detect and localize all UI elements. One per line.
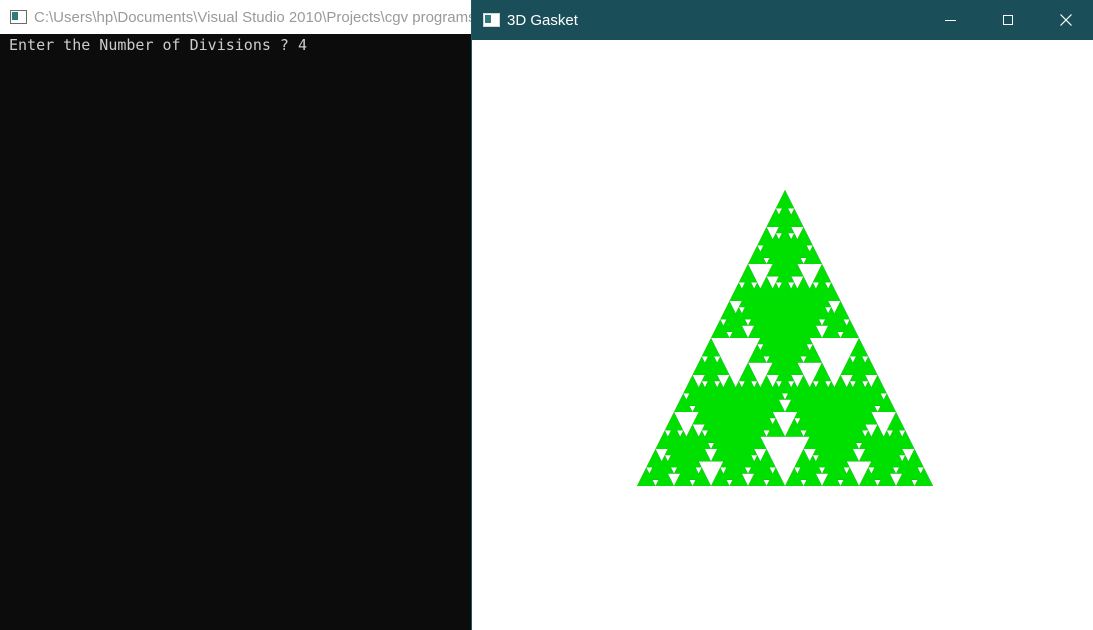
gasket-app-icon xyxy=(483,13,500,27)
minimize-button[interactable] xyxy=(921,0,979,40)
close-icon xyxy=(1060,14,1072,26)
gasket-title-bar[interactable]: 3D Gasket xyxy=(472,0,1093,40)
console-title-bar[interactable]: C:\Users\hp\Documents\Visual Studio 2010… xyxy=(0,0,472,34)
maximize-button[interactable] xyxy=(979,0,1037,40)
console-output-line: Enter the Number of Divisions ? 4 xyxy=(9,36,308,54)
close-button[interactable] xyxy=(1037,0,1093,40)
console-window-title: C:\Users\hp\Documents\Visual Studio 2010… xyxy=(34,8,472,26)
console-app-icon xyxy=(10,10,27,24)
gasket-drawing xyxy=(637,190,933,486)
minimize-icon xyxy=(944,19,956,21)
maximize-icon xyxy=(1003,15,1013,25)
console-output-area[interactable]: Enter the Number of Divisions ? 4 xyxy=(0,34,472,630)
gasket-window-title: 3D Gasket xyxy=(507,11,578,29)
gasket-window[interactable]: 3D Gasket xyxy=(471,0,1093,630)
gasket-canvas[interactable] xyxy=(472,40,1093,630)
console-window[interactable]: C:\Users\hp\Documents\Visual Studio 2010… xyxy=(0,0,472,630)
gasket-bottom-faces xyxy=(637,190,933,486)
